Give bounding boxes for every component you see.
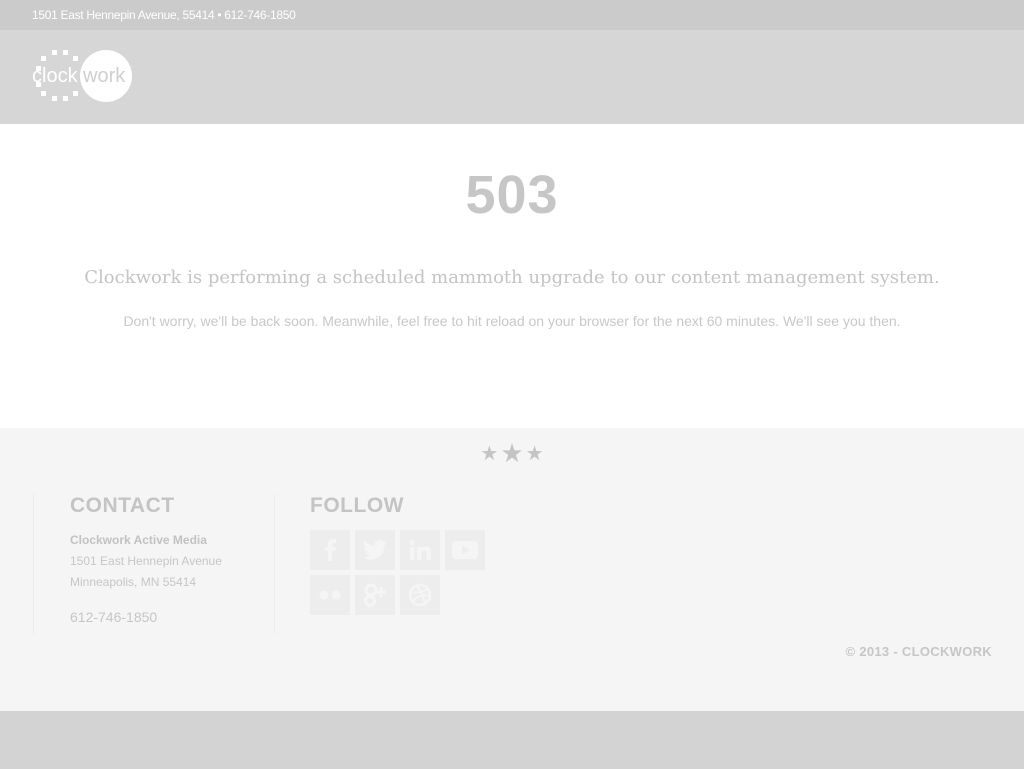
page-bottom: [0, 711, 1024, 769]
city-address: Minneapolis, MN 55414: [70, 575, 197, 589]
site-header: clock work: [0, 30, 1024, 124]
dribbble-icon[interactable]: [400, 575, 440, 615]
message: Don't worry, we'll be back soon. Meanwhi…: [123, 313, 901, 329]
twitter-icon[interactable]: [355, 530, 395, 570]
clockwork-logo[interactable]: clock work: [30, 48, 134, 109]
contact-section: CONTACT Clockwork Active Media 1501 East…: [33, 494, 275, 634]
flickr-icon[interactable]: [310, 575, 350, 615]
contact-title: CONTACT: [70, 494, 175, 517]
logo-mark: clock work: [32, 50, 132, 102]
facebook-icon[interactable]: [310, 530, 350, 570]
star-icon: ★: [525, 443, 544, 465]
phone-number[interactable]: 612-746-1850: [70, 607, 274, 628]
address-bar: 1501 East Hennepin Avenue, 55414 • 612-7…: [0, 0, 1024, 30]
linkedin-icon[interactable]: [400, 530, 440, 570]
youtube-icon[interactable]: [445, 530, 485, 570]
footer: ★★ ★ CONTACT Clockwork Active Media 1501 …: [0, 428, 1024, 711]
star-icon: ★: [480, 443, 499, 465]
error-code: 503: [465, 165, 559, 225]
svg-text:work: work: [82, 65, 126, 87]
svg-text:clock: clock: [32, 65, 79, 87]
follow-title: FOLLOW: [310, 494, 404, 517]
street-address: 1501 East Hennepin Avenue: [70, 554, 222, 568]
follow-section: FOLLOW: [310, 494, 610, 620]
copyright: © 2013 - CLOCKWORK: [845, 644, 992, 659]
headline: Clockwork is performing a scheduled mamm…: [84, 267, 940, 288]
google-plus-icon[interactable]: [355, 575, 395, 615]
main-content: 503 Clockwork is performing a scheduled …: [0, 124, 1024, 428]
stars-divider: ★★ ★: [0, 438, 1024, 469]
company-name: Clockwork Active Media: [70, 533, 207, 547]
star-icon: ★: [500, 438, 524, 468]
address-text: 1501 East Hennepin Avenue, 55414 • 612-7…: [32, 8, 296, 22]
